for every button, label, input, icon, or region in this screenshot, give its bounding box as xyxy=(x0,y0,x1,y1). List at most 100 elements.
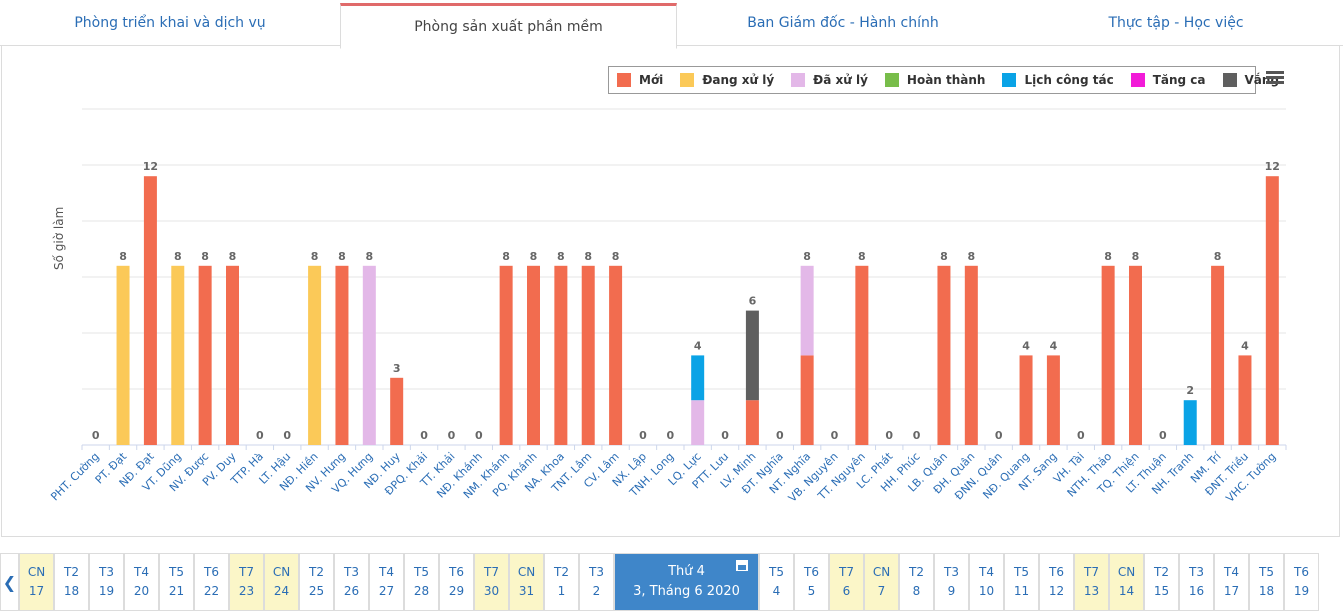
date-cell[interactable]: T2 15 xyxy=(1144,553,1179,611)
legend-item[interactable]: Lịch công tác xyxy=(1002,73,1114,87)
date-cell-weekday: T5 xyxy=(169,565,184,579)
date-cell[interactable]: T4 27 xyxy=(369,553,404,611)
bar-total-label: 8 xyxy=(1132,250,1140,263)
date-cell[interactable]: CN 14 xyxy=(1109,553,1144,611)
bar-total-label: 8 xyxy=(502,250,510,263)
date-cell-day: 6 xyxy=(842,584,851,598)
bar-segment xyxy=(171,265,185,445)
date-cell-day: 16 xyxy=(1188,584,1205,598)
date-cell[interactable]: CN 24 xyxy=(264,553,299,611)
bar-segment xyxy=(1183,400,1197,445)
date-cell-weekday: T2 xyxy=(64,565,79,579)
date-cell[interactable]: T3 9 xyxy=(934,553,969,611)
date-cell[interactable]: T6 5 xyxy=(794,553,829,611)
bar-total-label: 8 xyxy=(967,250,975,263)
date-cell[interactable]: T3 19 xyxy=(89,553,124,611)
date-cell-weekday: T3 xyxy=(344,565,359,579)
date-cell-day: 23 xyxy=(238,584,255,598)
date-cell[interactable]: T2 1 xyxy=(544,553,579,611)
date-cell[interactable]: T3 16 xyxy=(1179,553,1214,611)
date-cell[interactable]: T4 20 xyxy=(124,553,159,611)
y-axis-label: Số giờ làm xyxy=(52,206,66,270)
date-cell[interactable]: T5 21 xyxy=(159,553,194,611)
date-cell-weekday: T2 xyxy=(554,565,569,579)
date-cell-weekday: T6 xyxy=(204,565,219,579)
date-cell-weekday: T3 xyxy=(944,565,959,579)
bar-segment xyxy=(308,265,322,445)
date-cell-day: 30 xyxy=(483,584,500,598)
date-cell[interactable]: T7 6 xyxy=(829,553,864,611)
date-cell[interactable]: T3 2 xyxy=(579,553,614,611)
date-cell[interactable]: T2 8 xyxy=(899,553,934,611)
calendar-icon[interactable] xyxy=(736,560,748,571)
date-cell[interactable]: CN 17 xyxy=(19,553,54,611)
date-cell-day: 10 xyxy=(978,584,995,598)
date-cell[interactable]: CN 7 xyxy=(864,553,899,611)
date-cell-weekday: T4 xyxy=(979,565,994,579)
selected-date-cell[interactable]: Thứ 4 3, Tháng 6 2020 xyxy=(614,553,759,611)
legend-item[interactable]: Mới xyxy=(617,73,663,87)
date-cell[interactable]: T6 22 xyxy=(194,553,229,611)
legend-item[interactable]: Đang xử lý xyxy=(680,73,774,87)
date-cell[interactable]: T2 18 xyxy=(54,553,89,611)
legend-item[interactable]: Đã xử lý xyxy=(791,73,868,87)
bar-total-label: 8 xyxy=(119,250,127,263)
legend-swatch xyxy=(1130,73,1145,87)
bar-total-label: 0 xyxy=(448,429,456,442)
chevron-left-icon[interactable]: ❮ xyxy=(0,553,19,611)
date-cell[interactable]: T6 29 xyxy=(439,553,474,611)
date-cell[interactable]: T5 28 xyxy=(404,553,439,611)
bar-total-label: 8 xyxy=(530,250,538,263)
date-cell[interactable]: T2 25 xyxy=(299,553,334,611)
bar-total-label: 0 xyxy=(1077,429,1085,442)
legend-item[interactable]: Tăng ca xyxy=(1130,73,1206,87)
date-cell[interactable]: T3 26 xyxy=(334,553,369,611)
date-cell-weekday: CN xyxy=(872,565,891,579)
date-cell-day: 17 xyxy=(1223,584,1240,598)
date-cell-weekday: CN xyxy=(517,565,536,579)
date-cell-day: 12 xyxy=(1048,584,1065,598)
date-cell-day: 28 xyxy=(413,584,430,598)
date-cell[interactable]: T7 30 xyxy=(474,553,509,611)
date-cell[interactable]: T4 17 xyxy=(1214,553,1249,611)
hamburger-menu-icon[interactable] xyxy=(1266,71,1284,85)
bar-segment xyxy=(745,310,759,401)
date-cell-day: 1 xyxy=(557,584,566,598)
date-cell-day: 24 xyxy=(273,584,290,598)
legend-swatch xyxy=(791,73,806,87)
date-cell[interactable]: T7 23 xyxy=(229,553,264,611)
date-cell[interactable]: T4 10 xyxy=(969,553,1004,611)
date-cell-weekday: T2 xyxy=(309,565,324,579)
date-cell[interactable]: T7 13 xyxy=(1074,553,1109,611)
selected-date-weekday: Thứ 4 xyxy=(668,564,705,579)
date-cell-weekday: T5 xyxy=(1259,565,1274,579)
bar-segment xyxy=(527,265,540,445)
bar-total-label: 0 xyxy=(475,429,483,442)
date-cell[interactable]: T6 12 xyxy=(1039,553,1074,611)
date-cell-day: 19 xyxy=(1293,584,1310,598)
bar-total-label: 8 xyxy=(365,250,373,263)
date-cell-day: 7 xyxy=(877,584,886,598)
bar-total-label: 8 xyxy=(1214,250,1222,263)
legend-label: Lịch công tác xyxy=(1024,73,1114,87)
bar-total-label: 8 xyxy=(311,250,319,263)
bar-total-label: 0 xyxy=(666,429,674,442)
date-cell-weekday: T6 xyxy=(804,565,819,579)
date-cell-day: 25 xyxy=(308,584,325,598)
bar-total-label: 8 xyxy=(940,250,948,263)
bar-total-label: 0 xyxy=(776,429,784,442)
legend-item[interactable]: Hoàn thành xyxy=(884,73,985,87)
bar-total-label: 0 xyxy=(995,429,1003,442)
bar-total-label: 8 xyxy=(557,250,565,263)
date-cell-weekday: CN xyxy=(27,565,46,579)
date-cell-day: 11 xyxy=(1013,584,1030,598)
date-cell[interactable]: T5 18 xyxy=(1249,553,1284,611)
date-cell[interactable]: T5 11 xyxy=(1004,553,1039,611)
date-cell[interactable]: CN 31 xyxy=(509,553,544,611)
date-cell-weekday: T6 xyxy=(449,565,464,579)
date-cell-day: 31 xyxy=(518,584,535,598)
bar-segment xyxy=(198,265,212,445)
date-cell[interactable]: T6 19 xyxy=(1284,553,1319,611)
date-cell[interactable]: T5 4 xyxy=(759,553,794,611)
selected-date-full: 3, Tháng 6 2020 xyxy=(633,584,740,599)
